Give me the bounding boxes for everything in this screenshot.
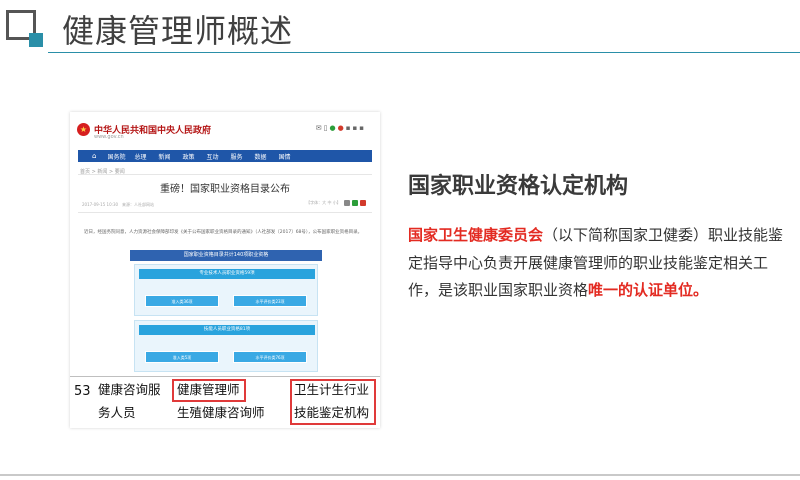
row-number: 53 bbox=[74, 384, 91, 399]
nav-item[interactable]: 服务 bbox=[224, 152, 248, 161]
home-icon[interactable]: ⌂ bbox=[92, 152, 96, 160]
highlight-box-authority bbox=[290, 379, 376, 425]
article-title: 重磅！国家职业资格目录公布 bbox=[160, 184, 290, 195]
org-name-highlight: 国家卫生健康委员会 bbox=[408, 226, 544, 244]
font-size-control[interactable]: 【字体：大 中 小】 bbox=[306, 200, 341, 205]
mail-icon[interactable]: ✉ bbox=[316, 124, 324, 132]
lang-icon[interactable]: ▪ bbox=[359, 124, 366, 132]
description-paragraph: 国家卫生健康委员会（以下简称国家卫健委）职业技能鉴定指导中心负责开展健康管理师的… bbox=[408, 222, 792, 305]
sole-authority-highlight: 唯一的认证单位。 bbox=[588, 281, 709, 299]
diagram-cell: 准入类5项 bbox=[145, 351, 219, 363]
category-line1: 健康咨询服 bbox=[98, 382, 161, 397]
nav-item[interactable]: 数据 bbox=[248, 152, 272, 161]
gov-site-url: www.gov.cn bbox=[94, 134, 124, 140]
footer-divider bbox=[0, 474, 800, 476]
nav-item[interactable]: 新闻 bbox=[152, 152, 176, 161]
nav-item[interactable]: 国务院 bbox=[104, 152, 128, 161]
nav-item[interactable]: 政策 bbox=[176, 152, 200, 161]
gov-header: ★ 中华人民共和国中央人民政府 www.gov.cn ✉▯●●▪▪▪ bbox=[70, 112, 380, 144]
weibo-icon[interactable]: ● bbox=[338, 124, 346, 132]
national-emblem-icon: ★ bbox=[77, 123, 90, 136]
wechat-icon[interactable]: ● bbox=[330, 124, 338, 132]
nav-item[interactable]: 总理 bbox=[128, 152, 152, 161]
diagram-cell: 水平评价类76项 bbox=[233, 351, 307, 363]
diagram-cell: 准入类36项 bbox=[145, 295, 219, 307]
slide-title: 健康管理师概述 bbox=[62, 12, 294, 50]
page-divider bbox=[78, 174, 372, 175]
gov-nav-bar: ⌂ 国务院 总理 新闻 政策 互动 服务 数据 国情 bbox=[78, 150, 372, 162]
diagram-section-label: 专业技术人员职业资格59项 bbox=[139, 269, 315, 279]
nav-item[interactable]: 互动 bbox=[200, 152, 224, 161]
category-line2: 务人员 bbox=[98, 405, 136, 420]
print-icon[interactable] bbox=[344, 200, 350, 206]
share-weibo-icon[interactable] bbox=[360, 200, 366, 206]
title-divider bbox=[48, 52, 800, 53]
lang-icon[interactable]: ▪ bbox=[346, 124, 353, 132]
diagram-header: 国家职业资格目录共计140项职业资格 bbox=[130, 250, 322, 261]
table-line bbox=[70, 376, 380, 377]
article-meta-tools: 【字体：大 中 小】 bbox=[306, 200, 366, 206]
occupation-table-row: 53 健康咨询服 务人员 健康管理师 生殖健康咨询师 卫生计生行业 技能鉴定机构 bbox=[70, 376, 380, 428]
occupation-reproductive-counselor: 生殖健康咨询师 bbox=[177, 405, 265, 420]
page-divider bbox=[78, 212, 372, 213]
gov-screenshot: ★ 中华人民共和国中央人民政府 www.gov.cn ✉▯●●▪▪▪ ⌂ 国务院… bbox=[70, 112, 380, 428]
article-meta-date: 2017-09-15 10:30 来源：人社部网站 bbox=[82, 202, 155, 207]
share-wechat-icon[interactable] bbox=[352, 200, 358, 206]
article-body-text: 近日，经国务院同意，人力资源社会保障部印发《关于公布国家职业资格目录的通知》（人… bbox=[84, 230, 363, 235]
highlight-box-occupation bbox=[172, 379, 246, 402]
diagram-section-professional: 专业技术人员职业资格59项 准入类36项 水平评价类23项 bbox=[134, 264, 318, 316]
diagram-cell: 水平评价类23项 bbox=[233, 295, 307, 307]
diagram-section-skills: 技能人员职业资格81项 准入类5项 水平评价类76项 bbox=[134, 320, 318, 372]
section-heading: 国家职业资格认定机构 bbox=[408, 174, 629, 199]
utility-icons: ✉▯●●▪▪▪ bbox=[316, 124, 366, 132]
logo-square-fill bbox=[29, 33, 43, 47]
qualification-diagram: 国家职业资格目录共计140项职业资格 专业技术人员职业资格59项 准入类36项 … bbox=[130, 250, 322, 372]
diagram-section-label: 技能人员职业资格81项 bbox=[139, 325, 315, 335]
nav-item[interactable]: 国情 bbox=[272, 152, 296, 161]
